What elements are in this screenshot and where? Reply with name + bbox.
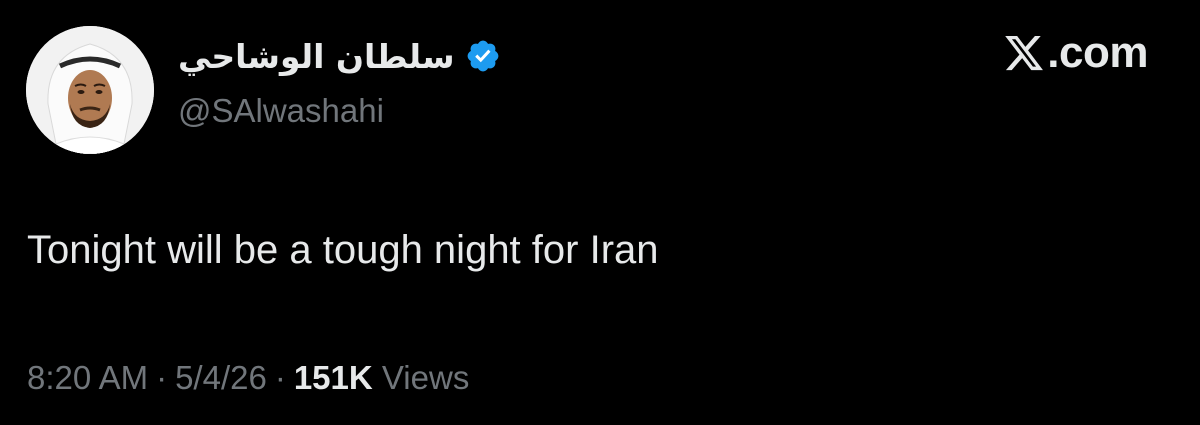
views-count[interactable]: 151K bbox=[294, 359, 373, 396]
x-logo-icon bbox=[1003, 32, 1045, 74]
tweet-card: سلطان الوشاحي @SAlwashahi .com Tonight w… bbox=[0, 0, 1200, 425]
profile-photo-icon bbox=[26, 26, 154, 154]
author-display-name[interactable]: سلطان الوشاحي bbox=[178, 40, 455, 73]
x-logo-text: .com bbox=[1047, 28, 1148, 77]
tweet-date[interactable]: 5/4/26 bbox=[175, 359, 267, 396]
avatar[interactable] bbox=[26, 26, 154, 154]
author-handle[interactable]: @SAlwashahi bbox=[178, 94, 384, 127]
tweet-time[interactable]: 8:20 AM bbox=[27, 359, 148, 396]
views-label: Views bbox=[381, 359, 470, 396]
author-name-row: سلطان الوشاحي bbox=[178, 28, 501, 84]
tweet-text: Tonight will be a tough night for Iran bbox=[27, 228, 659, 272]
tweet-meta: 8:20 AM · 5/4/26 · 151K Views bbox=[27, 358, 469, 398]
verified-badge-icon bbox=[465, 38, 501, 74]
meta-separator: · bbox=[156, 359, 168, 396]
x-logo[interactable]: .com bbox=[1003, 31, 1148, 75]
meta-separator: · bbox=[274, 359, 286, 396]
